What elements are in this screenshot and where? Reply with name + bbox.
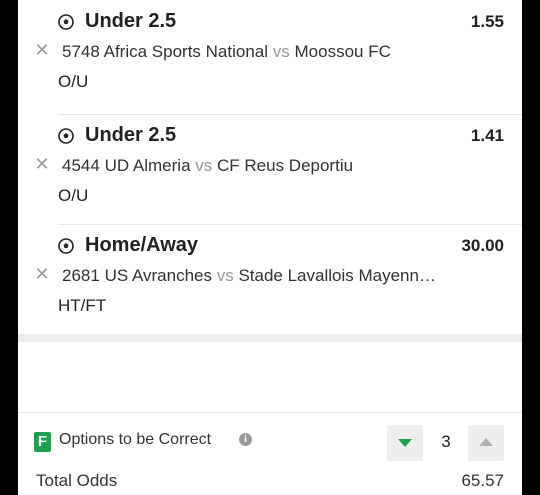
vs-label: vs [195,156,213,175]
home-team: US Avranches [104,266,212,285]
vs-label: vs [272,42,290,61]
info-icon[interactable]: i [239,433,252,446]
match-id: 4544 [62,156,100,175]
bet-market: O/U [58,72,89,91]
total-odds-label: Total Odds [36,471,118,490]
divider [58,114,522,115]
match-id: 2681 [62,266,100,285]
home-team: Africa Sports National [103,42,269,61]
soccer-ball-icon [58,128,74,144]
options-label: Options to be Correct [59,431,212,448]
increment-button[interactable] [468,425,504,461]
bet-item: Under 2.5 1.55 ✕ 5748 Africa Sports Nati… [18,0,522,110]
bet-item: Under 2.5 1.41 ✕ 4544 UD Almeria vs CF R… [18,114,522,224]
vs-label: vs [216,266,234,285]
away-team: CF Reus Deportiu [217,156,354,175]
home-team: UD Almeria [104,156,191,175]
bet-match: 2681 US Avranches vs Stade Lavallois May… [62,266,462,286]
close-icon[interactable]: ✕ [34,41,50,59]
bet-pick: Under 2.5 [85,10,177,32]
decrement-button[interactable] [387,425,423,461]
chevron-down-icon [398,439,412,447]
flexi-icon: F [34,432,51,452]
stepper-value: 3 [441,432,451,451]
away-team: Stade Lavallois Mayenn… [238,266,436,285]
soccer-ball-icon [58,238,74,254]
divider [58,224,522,225]
options-bar: F Options to be Correct i 3 Total Odds 6… [18,413,522,495]
bet-odds: 1.55 [470,12,504,31]
bet-odds: 1.41 [470,126,504,145]
away-team: Moossou FC [294,42,391,61]
bet-item: Home/Away 30.00 ✕ 2681 US Avranches vs S… [18,224,522,334]
bet-pick: Under 2.5 [85,124,177,146]
betslip-panel: Under 2.5 1.55 ✕ 5748 Africa Sports Nati… [18,0,522,495]
bet-market: HT/FT [58,296,107,315]
bet-pick: Home/Away [85,234,199,256]
bet-match: 4544 UD Almeria vs CF Reus Deportiu [62,156,462,176]
bet-market: O/U [58,186,89,205]
soccer-ball-icon [58,14,74,30]
total-odds-value: 65.57 [461,471,504,490]
bet-odds: 30.00 [461,236,504,255]
chevron-up-icon [479,438,493,446]
match-id: 5748 [62,42,100,61]
section-separator [18,334,522,342]
close-icon[interactable]: ✕ [34,155,50,173]
empty-space [18,342,522,412]
close-icon[interactable]: ✕ [34,265,50,283]
bet-match: 5748 Africa Sports National vs Moossou F… [62,42,462,62]
